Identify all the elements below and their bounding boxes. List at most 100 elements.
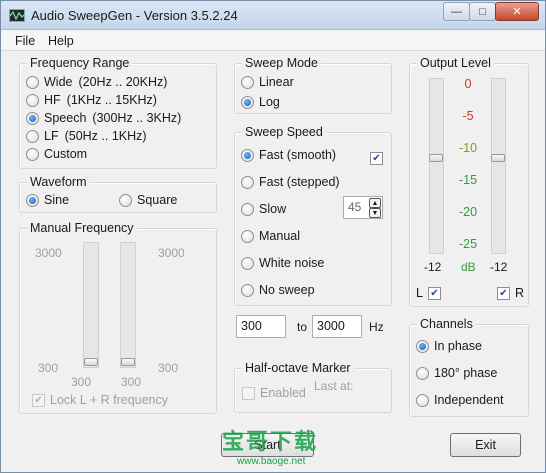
sine-label: Sine: [44, 193, 70, 207]
left-channel-checkbox[interactable]: L ✔: [416, 286, 446, 300]
output-scale-tick: -20: [458, 205, 478, 219]
sweep-speed-option[interactable]: Fast (smooth): [241, 148, 336, 162]
waveform-label: Waveform: [27, 175, 90, 189]
frequency-option-name: LF: [44, 129, 59, 143]
log-radio-dot[interactable]: [241, 95, 254, 109]
output-scale-tick: -25: [458, 237, 478, 251]
menu-help[interactable]: Help: [48, 34, 74, 48]
frequency-radio-dot[interactable]: [26, 111, 39, 125]
left-channel-label: L: [416, 286, 423, 300]
title-bar[interactable]: Audio SweepGen - Version 3.5.2.24 — □ ✕: [1, 1, 545, 30]
frequency-range-label: Frequency Range: [27, 56, 133, 70]
linear-label: Linear: [259, 75, 294, 89]
sweep-speed-radio-dot[interactable]: [241, 148, 254, 162]
sweep-speed-option[interactable]: Slow: [241, 202, 286, 216]
log-label: Log: [259, 95, 280, 109]
linear-radio-dot[interactable]: [241, 75, 254, 89]
output-left-slider-thumb[interactable]: [429, 154, 443, 162]
channel-option-label: In phase: [434, 339, 482, 353]
output-left-slider-track[interactable]: [429, 78, 444, 254]
channel-option-label: 180° phase: [434, 366, 498, 380]
lock-check-icon[interactable]: ✔: [32, 393, 45, 407]
sweep-speed-label: Sweep Speed: [242, 125, 326, 139]
slow-speed-spinner[interactable]: 45 ▲ ▼: [343, 196, 383, 219]
frequency-option-speech[interactable]: Speech (300Hz .. 3KHz): [26, 111, 181, 125]
half-octave-enabled-checkbox[interactable]: Enabled: [242, 386, 306, 400]
left-channel-check-icon[interactable]: ✔: [427, 286, 441, 300]
sweep-speed-option-label: Fast (stepped): [259, 175, 340, 189]
sweep-speed-radio-dot[interactable]: [241, 256, 254, 270]
frequency-option-custom[interactable]: Custom: [26, 147, 93, 161]
square-label: Square: [137, 193, 178, 207]
sweep-speed-radio-dot[interactable]: [241, 202, 254, 216]
output-right-value: -12: [490, 260, 508, 274]
lock-frequency-checkbox[interactable]: ✔ Lock L + R frequency: [32, 393, 168, 407]
frequency-option-lf[interactable]: LF (50Hz .. 1KHz): [26, 129, 147, 143]
manual-right-max: 3000: [158, 246, 185, 260]
frequency-option-range: (300Hz .. 3KHz): [92, 111, 182, 125]
right-channel-checkbox[interactable]: ✔ R: [497, 286, 524, 300]
sweep-speed-radio-dot[interactable]: [241, 175, 254, 189]
sweep-linear-radio[interactable]: Linear: [241, 75, 294, 89]
half-octave-check-icon[interactable]: [242, 386, 255, 400]
channel-radio-dot[interactable]: [416, 366, 429, 380]
frequency-option-range: (50Hz .. 1KHz): [64, 129, 147, 143]
right-channel-check-icon[interactable]: ✔: [497, 286, 510, 300]
output-scale-tick: -15: [458, 173, 478, 187]
output-scale-tick: -5: [462, 109, 474, 123]
sine-radio-dot[interactable]: [26, 193, 39, 207]
frequency-radio-dot[interactable]: [26, 93, 39, 107]
slow-speed-value: 45: [348, 200, 362, 214]
spinner-down-icon[interactable]: ▼: [369, 208, 381, 218]
sweep-log-radio[interactable]: Log: [241, 95, 280, 109]
right-channel-label: R: [515, 286, 525, 300]
channel-option[interactable]: In phase: [416, 339, 482, 353]
manual-frequency-label: Manual Frequency: [27, 221, 137, 235]
to-label: to: [297, 320, 308, 334]
manual-right-slider-thumb[interactable]: [121, 358, 135, 366]
output-scale-tick: -10: [458, 141, 478, 155]
from-frequency-input[interactable]: 300: [236, 315, 286, 338]
output-right-slider-thumb[interactable]: [491, 154, 505, 162]
fast-smooth-checkbox[interactable]: ✔: [370, 152, 383, 165]
sweep-speed-option[interactable]: Manual: [241, 229, 300, 243]
minimize-button[interactable]: —: [443, 2, 470, 21]
waveform-sine-radio[interactable]: Sine: [26, 193, 69, 207]
frequency-option-name: Speech: [44, 111, 87, 125]
lock-frequency-label: Lock L + R frequency: [50, 393, 169, 407]
half-octave-label: Half-octave Marker: [242, 361, 354, 375]
frequency-radio-dot[interactable]: [26, 129, 39, 143]
sweep-speed-option[interactable]: Fast (stepped): [241, 175, 340, 189]
to-frequency-input[interactable]: 3000: [312, 315, 362, 338]
frequency-option-wide[interactable]: Wide (20Hz .. 20KHz): [26, 75, 167, 89]
app-window: Audio SweepGen - Version 3.5.2.24 — □ ✕ …: [0, 0, 546, 473]
maximize-button[interactable]: □: [469, 2, 496, 21]
exit-button[interactable]: Exit: [450, 433, 521, 457]
channel-option[interactable]: Independent: [416, 393, 504, 407]
sweep-speed-option-label: Manual: [259, 229, 300, 243]
sweep-speed-option[interactable]: White noise: [241, 256, 324, 270]
channel-radio-dot[interactable]: [416, 393, 429, 407]
frequency-radio-dot[interactable]: [26, 147, 39, 161]
half-octave-enabled-label: Enabled: [260, 386, 306, 400]
sweep-speed-option[interactable]: No sweep: [241, 283, 315, 297]
menu-file[interactable]: File: [15, 34, 35, 48]
frequency-option-name: Custom: [44, 147, 88, 161]
frequency-radio-dot[interactable]: [26, 75, 39, 89]
sweep-speed-option-label: Fast (smooth): [259, 148, 337, 162]
window-title: Audio SweepGen - Version 3.5.2.24: [31, 8, 238, 23]
output-right-slider-track[interactable]: [491, 78, 506, 254]
close-button[interactable]: ✕: [495, 2, 539, 21]
waveform-square-radio[interactable]: Square: [119, 193, 177, 207]
channel-option[interactable]: 180° phase: [416, 366, 497, 380]
sweep-speed-radio-dot[interactable]: [241, 283, 254, 297]
manual-left-slider-track[interactable]: [83, 242, 99, 368]
square-radio-dot[interactable]: [119, 193, 132, 207]
spinner-up-icon[interactable]: ▲: [369, 198, 381, 208]
manual-right-slider-track[interactable]: [120, 242, 136, 368]
frequency-option-hf[interactable]: HF (1KHz .. 15KHz): [26, 93, 157, 107]
manual-right-value: 300: [121, 375, 142, 389]
sweep-speed-radio-dot[interactable]: [241, 229, 254, 243]
channel-radio-dot[interactable]: [416, 339, 429, 353]
manual-left-slider-thumb[interactable]: [84, 358, 98, 366]
